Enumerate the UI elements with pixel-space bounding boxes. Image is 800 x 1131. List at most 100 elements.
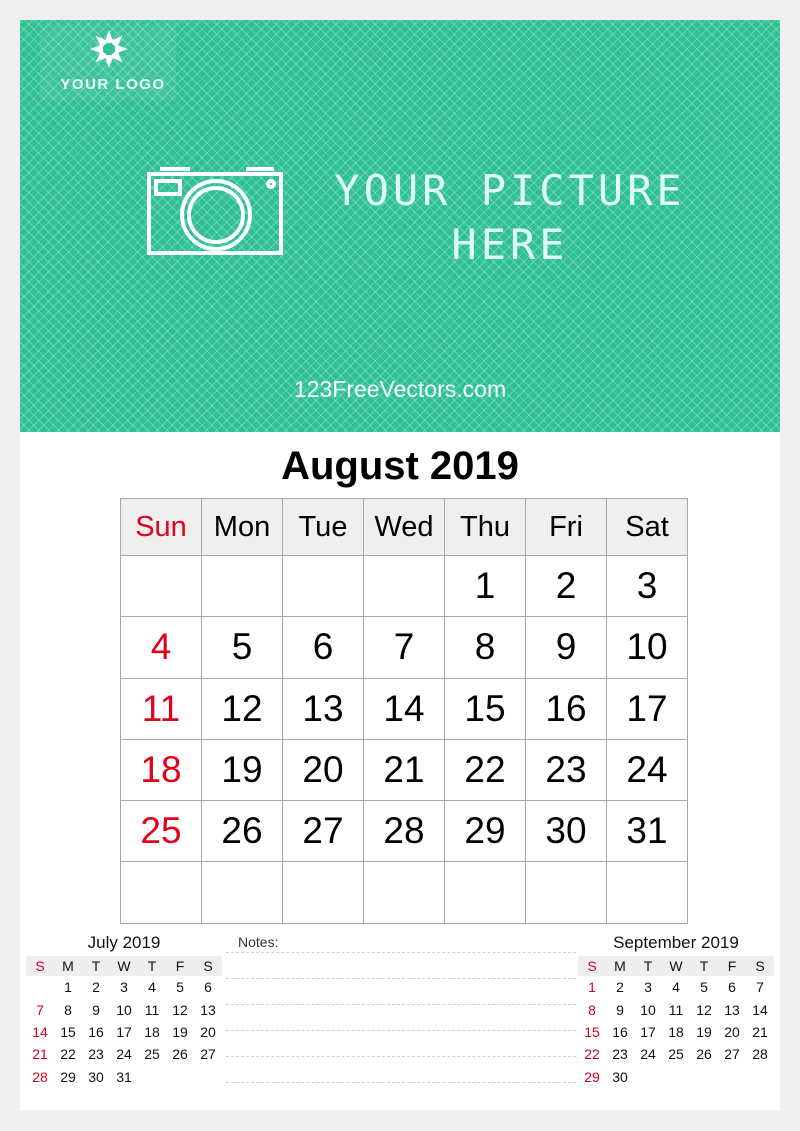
empty-day-cell bbox=[363, 861, 445, 924]
day-cell: 17 bbox=[116, 1023, 132, 1040]
day-cell: 25 bbox=[668, 1046, 684, 1063]
day-cell: 17 bbox=[606, 677, 688, 740]
next-month-calendar: September 2019 SMTWTFS 1 2 3 4 5 6 7 8 9 10 11 12 13… bbox=[578, 930, 774, 1088]
day-cell: 31 bbox=[606, 800, 688, 863]
day-cell: 6 bbox=[728, 979, 736, 996]
day-cell: 25 bbox=[120, 800, 202, 863]
day-cell: 25 bbox=[144, 1046, 160, 1063]
day-cell: 1 bbox=[444, 554, 526, 618]
picture-placeholder-text: YOUR PICTURE HERE bbox=[320, 164, 700, 272]
weekday-header-row: Sun Mon Tue Wed Thu Fri Sat bbox=[120, 498, 688, 556]
weekday-header: F bbox=[166, 956, 194, 976]
month-title: August 2019 bbox=[281, 444, 519, 488]
day-cell: 12 bbox=[696, 1001, 712, 1018]
weekday-header: M bbox=[606, 956, 634, 976]
day-cell: 8 bbox=[588, 1001, 596, 1018]
day-cell: 30 bbox=[525, 800, 607, 863]
day-cell: 10 bbox=[116, 1001, 132, 1018]
empty-day-cell bbox=[201, 554, 283, 618]
empty-day-cell bbox=[282, 861, 364, 924]
note-line bbox=[226, 1082, 576, 1083]
day-cell: 27 bbox=[724, 1046, 740, 1063]
empty-day-cell bbox=[282, 554, 364, 618]
day-cell: 28 bbox=[363, 800, 445, 863]
week-row: 4 5 6 7 8 9 10 bbox=[120, 616, 688, 679]
day-cell: 16 bbox=[525, 677, 607, 740]
flower-logo-icon bbox=[90, 30, 128, 68]
prev-month-grid: SMTWTFS 1 2 3 4 5 6 7 8 9 10 11 12 13 14 15 16 17 18 19 20 2… bbox=[26, 956, 222, 1088]
day-cell: 28 bbox=[752, 1046, 768, 1063]
weekday-header: S bbox=[746, 956, 774, 976]
day-cell: 3 bbox=[120, 979, 128, 996]
week-row: 123 bbox=[120, 554, 688, 618]
notes-area[interactable] bbox=[226, 952, 576, 1108]
day-cell: 6 bbox=[204, 979, 212, 996]
camera-icon bbox=[147, 167, 283, 255]
day-cell: 2 bbox=[92, 979, 100, 996]
day-cell: 11 bbox=[668, 1001, 684, 1018]
week-row: 28 29 30 31 bbox=[26, 1066, 222, 1088]
week-row: 29 30 bbox=[578, 1066, 774, 1088]
day-cell: 15 bbox=[584, 1023, 600, 1040]
prev-month-weekday-row: SMTWTFS bbox=[26, 956, 222, 976]
weekday-header: T bbox=[138, 956, 166, 976]
day-cell: 14 bbox=[32, 1023, 48, 1040]
day-cell: 16 bbox=[88, 1023, 104, 1040]
day-cell: 26 bbox=[172, 1046, 188, 1063]
day-cell: 5 bbox=[201, 616, 283, 679]
day-cell: 13 bbox=[200, 1001, 216, 1018]
empty-day-cell bbox=[120, 861, 202, 924]
weekday-header: S bbox=[578, 956, 606, 976]
empty-day-cell bbox=[166, 1066, 194, 1088]
day-cell: 7 bbox=[363, 616, 445, 679]
week-row: 7 8 9 10 11 12 13 bbox=[26, 998, 222, 1020]
empty-day-cell bbox=[444, 861, 526, 924]
day-cell: 6 bbox=[282, 616, 364, 679]
picture-placeholder-line1: YOUR PICTURE bbox=[334, 166, 686, 215]
week-row: 11 12 13 14 15 16 17 bbox=[120, 677, 688, 740]
week-row: 8 9 10 11 12 13 14 bbox=[578, 998, 774, 1020]
empty-day-cell bbox=[138, 1066, 166, 1088]
weekday-header: Sat bbox=[606, 498, 688, 556]
day-cell: 30 bbox=[88, 1068, 104, 1085]
day-cell: 3 bbox=[644, 979, 652, 996]
day-cell: 22 bbox=[584, 1046, 600, 1063]
day-cell: 18 bbox=[668, 1023, 684, 1040]
day-cell: 2 bbox=[616, 979, 624, 996]
week-row: 1 2 3 4 5 6 7 bbox=[578, 976, 774, 998]
note-line bbox=[226, 1056, 576, 1057]
day-cell: 14 bbox=[752, 1001, 768, 1018]
logo-area: YOUR LOGO bbox=[40, 24, 176, 100]
day-cell: 12 bbox=[172, 1001, 188, 1018]
weekday-header: T bbox=[690, 956, 718, 976]
day-cell: 5 bbox=[176, 979, 184, 996]
prev-month-calendar: July 2019 SMTWTFS 1 2 3 4 5 6 7 8 9 10 11 12 13 14 15 1… bbox=[26, 930, 222, 1088]
main-calendar-grid: Sun Mon Tue Wed Thu Fri Sat 1 2 3 4 5 6 7 8 9 10 11 12 13 1… bbox=[120, 498, 688, 924]
day-cell: 29 bbox=[60, 1068, 76, 1085]
next-month-weekday-row: SMTWTFS bbox=[578, 956, 774, 976]
day-cell: 8 bbox=[64, 1001, 72, 1018]
empty-day-cell bbox=[120, 554, 202, 618]
weekday-header: Wed bbox=[363, 498, 445, 556]
day-cell: 15 bbox=[444, 677, 526, 740]
day-cell: 13 bbox=[282, 677, 364, 740]
empty-day-cell bbox=[363, 554, 445, 618]
day-cell: 24 bbox=[116, 1046, 132, 1063]
week-row: 15 16 17 18 19 20 21 bbox=[578, 1021, 774, 1043]
day-cell: 21 bbox=[752, 1023, 768, 1040]
weekday-header: S bbox=[194, 956, 222, 976]
site-watermark: 123FreeVectors.com bbox=[293, 376, 507, 402]
prev-month-title: July 2019 bbox=[87, 933, 161, 952]
day-cell: 11 bbox=[120, 677, 202, 740]
week-row: 18 19 20 21 22 23 24 bbox=[120, 738, 688, 802]
weekday-header: Fri bbox=[525, 498, 607, 556]
day-cell: 20 bbox=[200, 1023, 216, 1040]
week-row: 1 2 3 4 5 6 bbox=[26, 976, 222, 998]
day-cell: 7 bbox=[756, 979, 764, 996]
day-cell: 8 bbox=[444, 616, 526, 679]
weekday-header: Thu bbox=[444, 498, 526, 556]
note-line bbox=[226, 952, 576, 953]
empty-day-cell bbox=[746, 1066, 774, 1088]
empty-day-cell bbox=[201, 861, 283, 924]
day-cell: 23 bbox=[612, 1046, 628, 1063]
